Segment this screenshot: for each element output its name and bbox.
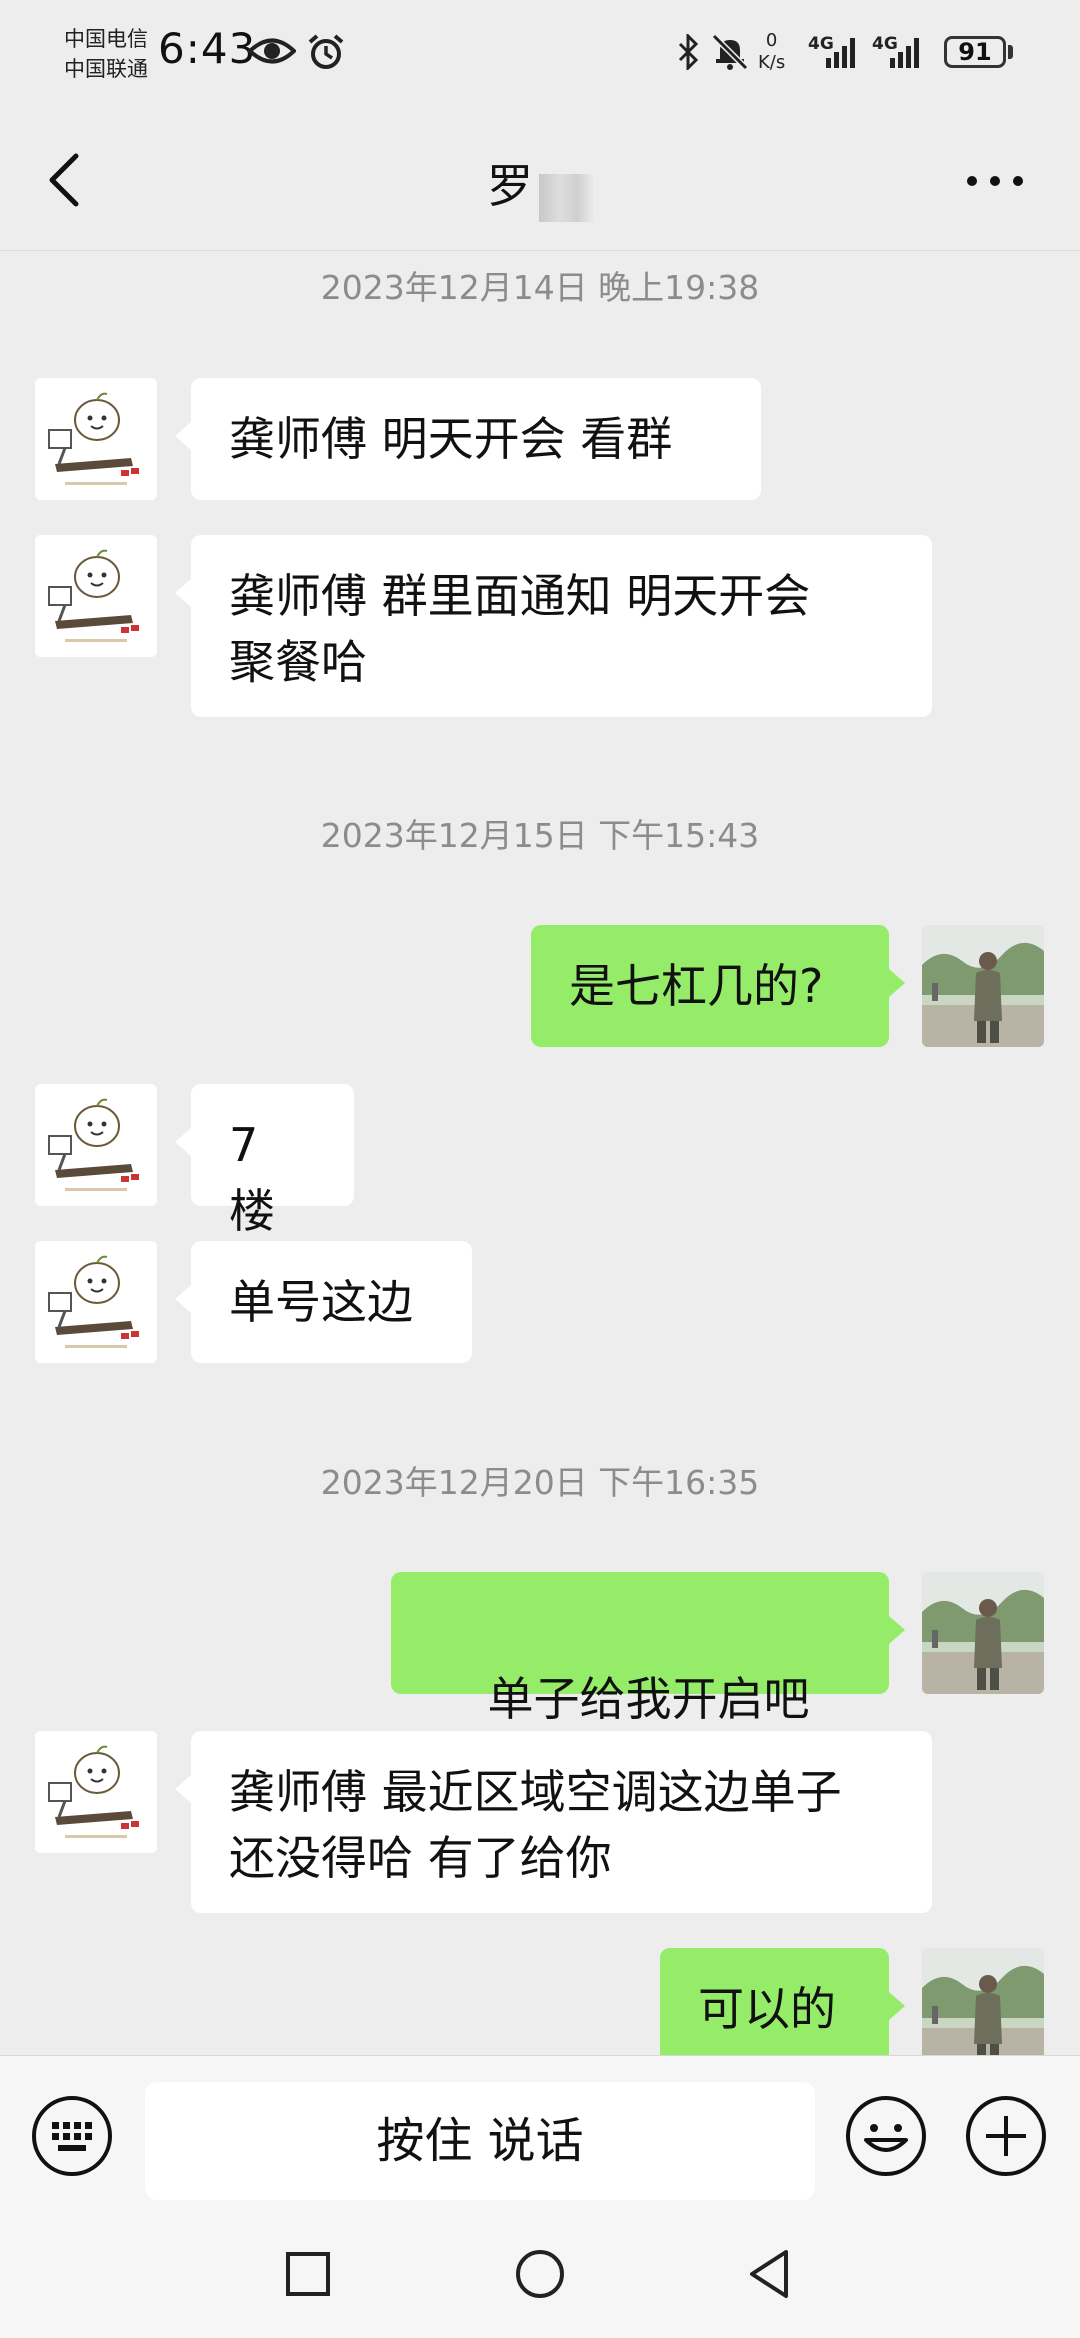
incoming-message[interactable]: 龚师傅 明天开会 看群 bbox=[175, 378, 761, 500]
plus-icon[interactable] bbox=[964, 2094, 1048, 2178]
contact-avatar[interactable] bbox=[35, 1731, 157, 1853]
emoji-icon[interactable] bbox=[844, 2094, 928, 2178]
title-redaction bbox=[539, 173, 593, 222]
input-bar: 按住 说话 bbox=[0, 2055, 1080, 2206]
net-speed-value: 0 bbox=[765, 30, 778, 51]
message-list[interactable]: 2023年12月14日 晚上19:38 龚师傅 明天开会 看群 龚师傅 群里面通… bbox=[0, 251, 1080, 2055]
outgoing-message-text: 单子给我开启吧 bbox=[487, 1672, 810, 1726]
contact-avatar[interactable] bbox=[35, 535, 157, 657]
outgoing-message[interactable]: 可以的 bbox=[660, 1948, 905, 2055]
contact-avatar[interactable] bbox=[35, 378, 157, 500]
signal-icon-1 bbox=[826, 38, 855, 68]
chat-title: 罗 bbox=[487, 159, 533, 213]
battery-tip bbox=[1008, 45, 1013, 59]
carrier-1: 中国电信 bbox=[64, 27, 148, 51]
carrier-2: 中国联通 bbox=[64, 57, 148, 81]
photo-avatar-icon bbox=[922, 1572, 1044, 1694]
cartoon-avatar-icon bbox=[35, 1084, 157, 1206]
outgoing-message[interactable]: 单子给我开启吧 bbox=[391, 1572, 905, 1796]
cartoon-avatar-icon bbox=[35, 1241, 157, 1363]
incoming-message[interactable]: 龚师傅 最近区域空调这边单子 还没得哈 有了给你 bbox=[175, 1731, 932, 1913]
user-avatar[interactable] bbox=[922, 925, 1044, 1047]
timestamp: 2023年12月15日 下午15:43 bbox=[320, 816, 760, 855]
keyboard-icon[interactable] bbox=[30, 2094, 114, 2178]
photo-avatar-icon bbox=[922, 1948, 1044, 2055]
square-icon[interactable] bbox=[276, 2242, 340, 2306]
circle-icon[interactable] bbox=[508, 2242, 572, 2306]
incoming-message[interactable]: 龚师傅 群里面通知 明天开会 聚餐哈 bbox=[175, 535, 932, 717]
outgoing-message[interactable]: 是七杠几的? bbox=[531, 925, 905, 1047]
bluetooth-icon bbox=[678, 34, 699, 70]
cartoon-avatar-icon bbox=[35, 378, 157, 500]
hold-to-talk-button[interactable]: 按住 说话 bbox=[145, 2082, 815, 2200]
eye-icon bbox=[248, 38, 296, 64]
incoming-message[interactable]: 单号这边 bbox=[175, 1241, 472, 1363]
contact-avatar[interactable] bbox=[35, 1084, 157, 1206]
user-avatar[interactable] bbox=[922, 1948, 1044, 2055]
user-avatar[interactable] bbox=[922, 1572, 1044, 1694]
more-horizontal-icon[interactable] bbox=[960, 156, 1030, 206]
title-wrap: 罗 bbox=[0, 150, 1080, 222]
cartoon-avatar-icon bbox=[35, 535, 157, 657]
carrier-labels: 中国电信 中国联通 bbox=[64, 24, 148, 84]
timestamp: 2023年12月14日 晚上19:38 bbox=[320, 268, 760, 307]
battery-indicator: 91 bbox=[944, 36, 1006, 68]
system-nav-bar bbox=[0, 2206, 1080, 2338]
photo-avatar-icon bbox=[922, 925, 1044, 1047]
signal-icon-2 bbox=[890, 38, 919, 68]
alarm-icon bbox=[308, 34, 344, 69]
net-speed: 0 K/s bbox=[758, 30, 785, 74]
contact-avatar[interactable] bbox=[35, 1241, 157, 1363]
triangle-back-icon[interactable] bbox=[738, 2242, 802, 2306]
net-speed-unit: K/s bbox=[758, 52, 786, 73]
status-time: 6:43 bbox=[158, 24, 257, 73]
cartoon-avatar-icon bbox=[35, 1731, 157, 1853]
mute-bell-icon bbox=[711, 33, 749, 71]
incoming-message[interactable]: 7 楼 bbox=[175, 1084, 354, 1238]
chat-header: 罗 bbox=[0, 110, 1080, 251]
timestamp: 2023年12月20日 下午16:35 bbox=[320, 1463, 760, 1502]
status-bar: 中国电信 中国联通 6:43 0 K/s 4G 4G 91 bbox=[0, 0, 1080, 110]
